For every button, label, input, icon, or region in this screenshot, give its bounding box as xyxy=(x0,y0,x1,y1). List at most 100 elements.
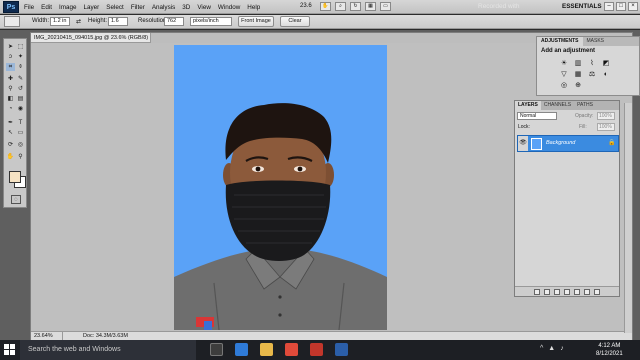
eraser-tool-icon[interactable]: ◧ xyxy=(6,95,15,103)
levels-icon[interactable]: ▥ xyxy=(573,59,583,68)
arrange-documents-icon[interactable]: ▦ xyxy=(365,2,376,11)
workspace-switcher[interactable]: ESSENTIALS xyxy=(562,3,602,10)
windows-start-icon[interactable] xyxy=(4,344,16,356)
menu-file[interactable]: File xyxy=(24,4,34,11)
shape-tool-icon[interactable]: ▭ xyxy=(16,129,25,137)
layer-background[interactable]: 👁 Background 🔒 xyxy=(517,135,619,152)
clone-stamp-icon[interactable]: ⚲ xyxy=(6,85,15,93)
menu-image[interactable]: Image xyxy=(59,4,77,11)
resolution-unit-select[interactable]: pixels/inch xyxy=(190,17,232,26)
maximize-icon[interactable]: □ xyxy=(616,2,626,11)
type-tool-icon[interactable]: T xyxy=(16,119,25,127)
balance-icon[interactable]: ⚖ xyxy=(587,70,597,79)
history-brush-icon[interactable]: ↺ xyxy=(16,85,25,93)
resolution-field[interactable]: 762 xyxy=(164,17,184,26)
tab-channels[interactable]: CHANNELS xyxy=(541,101,574,110)
hue-icon[interactable]: ▦ xyxy=(573,70,583,79)
add-mask-icon[interactable] xyxy=(554,288,560,295)
recorder-watermark: Recorded with xyxy=(478,3,520,10)
brush-tool-icon[interactable]: ✎ xyxy=(16,75,25,83)
adjustment-layer-icon[interactable] xyxy=(564,288,570,295)
panel-scrollbar[interactable] xyxy=(624,103,632,333)
system-tray: ^ ▲ ♪ xyxy=(540,345,569,352)
zoom-icon[interactable]: ⚲ xyxy=(16,153,25,161)
recorder-app-icon[interactable] xyxy=(310,343,323,356)
mixer-icon[interactable]: ⊕ xyxy=(573,81,583,90)
dodge-tool-icon[interactable]: ◉ xyxy=(16,105,25,113)
3d-orbit-icon[interactable]: ◎ xyxy=(16,141,25,149)
menu-help[interactable]: Help xyxy=(247,4,260,11)
width-field[interactable]: 1.2 in xyxy=(50,17,70,26)
brightness-icon[interactable]: ☀ xyxy=(559,59,569,68)
clock-time: 4:12 AM xyxy=(598,343,621,349)
taskbar-search[interactable]: Search the web and Windows xyxy=(20,340,196,360)
menu-view[interactable]: View xyxy=(197,4,211,11)
photoshop-taskbar-icon[interactable] xyxy=(335,343,348,356)
photo-filter-icon[interactable]: ◎ xyxy=(559,81,569,90)
new-layer-icon[interactable] xyxy=(584,288,590,295)
layer-style-icon[interactable] xyxy=(544,288,550,295)
magic-wand-icon[interactable]: ✦ xyxy=(16,53,25,61)
tab-masks[interactable]: MASKS xyxy=(583,37,609,46)
screen-mode-icon[interactable]: ▭ xyxy=(380,2,391,11)
tool-preset-picker[interactable] xyxy=(4,16,20,27)
fill-field[interactable]: 100% xyxy=(597,123,615,131)
file-explorer-icon[interactable] xyxy=(260,343,273,356)
tab-paths[interactable]: PATHS xyxy=(574,101,596,110)
clear-button[interactable]: Clear xyxy=(280,16,310,27)
chrome-icon[interactable] xyxy=(285,343,298,356)
menu-window[interactable]: Window xyxy=(218,4,240,11)
menu-edit[interactable]: Edit xyxy=(41,4,52,11)
menu-analysis[interactable]: Analysis xyxy=(152,4,175,11)
network-icon[interactable]: ▲ xyxy=(548,345,555,352)
eyedropper-tool-icon[interactable]: ⌽ xyxy=(16,63,25,71)
visibility-eye-icon[interactable]: 👁 xyxy=(518,136,528,151)
menu-3d[interactable]: 3D xyxy=(182,4,190,11)
hand-tool-icon[interactable]: ✋ xyxy=(320,2,331,11)
curves-icon[interactable]: ⌇ xyxy=(587,59,597,68)
menu-layer[interactable]: Layer xyxy=(84,4,100,11)
lasso-tool-icon[interactable]: ↄ xyxy=(6,53,15,61)
taskbar-clock[interactable]: 4:12 AM 8/12/2021 xyxy=(596,342,623,358)
foreground-color-swatch[interactable] xyxy=(9,171,21,183)
menu-filter[interactable]: Filter xyxy=(131,4,145,11)
blend-mode-select[interactable]: Normal xyxy=(517,112,557,120)
pen-tool-icon[interactable]: ✒ xyxy=(6,119,15,127)
zoom-level[interactable]: 23.6 xyxy=(300,3,312,9)
height-field[interactable]: 1.6 xyxy=(108,17,128,26)
tray-chevron-icon[interactable]: ^ xyxy=(540,345,543,352)
volume-icon[interactable]: ♪ xyxy=(560,345,564,352)
zoom-tool-icon[interactable]: ⌕ xyxy=(335,2,346,11)
exposure-icon[interactable]: ◩ xyxy=(601,59,611,68)
quick-mask-icon[interactable]: ◌ xyxy=(11,195,21,204)
crop-tool-icon[interactable]: ⌗ xyxy=(6,63,15,71)
close-icon[interactable]: × xyxy=(628,2,638,11)
3d-rotate-icon[interactable]: ⟳ xyxy=(6,141,15,149)
hand-icon[interactable]: ✋ xyxy=(6,153,15,161)
tab-adjustments[interactable]: ADJUSTMENTS xyxy=(537,37,583,46)
minimize-icon[interactable]: – xyxy=(604,2,614,11)
document-tab[interactable]: IMG_20210415_094015.jpg @ 23.6% (RGB/8) … xyxy=(31,33,151,51)
menu-select[interactable]: Select xyxy=(106,4,124,11)
layer-name[interactable]: Background xyxy=(546,140,575,146)
opacity-label: Opacity: xyxy=(575,113,594,119)
opacity-field[interactable]: 100% xyxy=(597,112,615,120)
photo-canvas[interactable] xyxy=(174,45,387,330)
path-select-icon[interactable]: ↖ xyxy=(6,129,15,137)
vibrance-icon[interactable]: ▽ xyxy=(559,70,569,79)
swap-icon[interactable]: ⇄ xyxy=(76,18,81,25)
healing-brush-icon[interactable]: ✚ xyxy=(6,75,15,83)
tab-layers[interactable]: LAYERS xyxy=(515,101,541,110)
task-view-icon[interactable] xyxy=(210,343,223,356)
new-group-icon[interactable] xyxy=(574,288,580,295)
front-image-button[interactable]: Front Image xyxy=(238,16,274,27)
move-tool-icon[interactable]: ➤ xyxy=(6,43,15,51)
delete-layer-icon[interactable] xyxy=(594,288,600,295)
edge-icon[interactable] xyxy=(235,343,248,356)
rotate-view-icon[interactable]: ↻ xyxy=(350,2,361,11)
blur-tool-icon[interactable]: ◔ xyxy=(6,105,15,113)
gradient-tool-icon[interactable]: ▤ xyxy=(16,95,25,103)
bw-icon[interactable]: ◐ xyxy=(601,70,611,79)
marquee-tool-icon[interactable]: ⬚ xyxy=(16,43,25,51)
link-layers-icon[interactable] xyxy=(534,288,540,295)
